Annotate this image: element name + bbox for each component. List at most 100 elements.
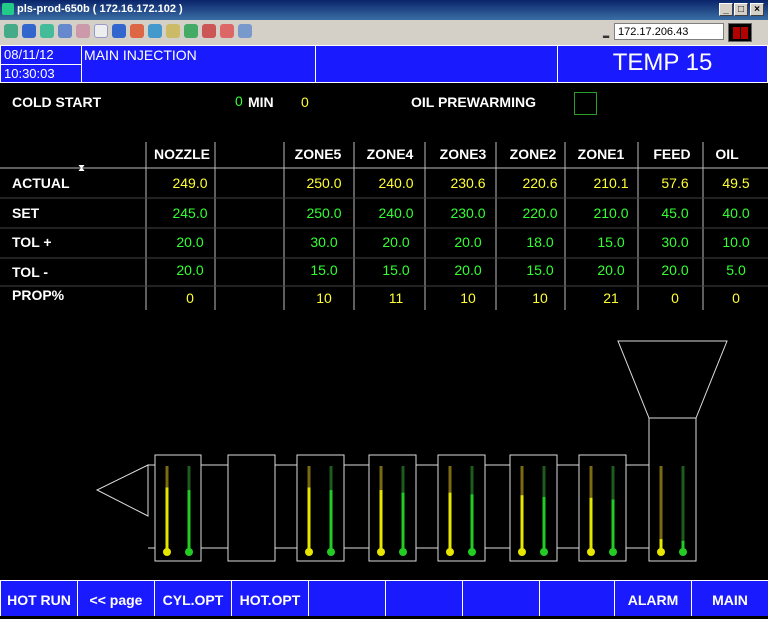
softkey-6[interactable] (385, 580, 462, 616)
table-cell[interactable]: 40.0 (706, 205, 766, 221)
info-icon[interactable] (112, 24, 126, 38)
row-label-tol-minus: TOL - (12, 264, 49, 280)
row-label-tol-plus: TOL + (12, 234, 52, 250)
app-icon (2, 3, 14, 15)
table-cell: 250.0 (306, 175, 342, 191)
table-cell[interactable]: 20.0 (438, 262, 498, 278)
table-cell[interactable]: 20.0 (160, 234, 220, 250)
table-cell[interactable]: 10.0 (706, 234, 766, 250)
thermometer-bulb (305, 548, 313, 556)
window-title: pls-prod-650b ( 172.16.172.102 ) (17, 3, 183, 15)
table-cell[interactable]: 20.0 (160, 262, 220, 278)
thermometer-bulb (679, 548, 687, 556)
header-blank (315, 45, 558, 83)
hot-opt-button[interactable]: HOT.OPT (231, 580, 308, 616)
close-button[interactable]: × (750, 3, 764, 16)
table-cell: 230.6 (450, 175, 486, 191)
row-label-set: SET (12, 205, 40, 221)
thermometer-bulb (518, 548, 526, 556)
col-header-feed: FEED (653, 146, 691, 162)
row-label-actual: ACTUAL (12, 175, 70, 191)
cold-start-minutes[interactable]: 0 (235, 93, 243, 109)
table-cell: 57.6 (661, 175, 689, 191)
settings-icon[interactable] (130, 24, 144, 38)
search-icon[interactable] (166, 24, 180, 38)
table-cell[interactable]: 18.0 (510, 234, 570, 250)
screen-name: MAIN INJECTION (81, 45, 316, 83)
minimize-button[interactable]: _ (719, 3, 733, 16)
col-header-zone1: ZONE1 (577, 146, 625, 162)
col-header-zone5: ZONE5 (294, 146, 342, 162)
table-cell: 210.1 (593, 175, 629, 191)
table-cell[interactable]: 5.0 (706, 262, 766, 278)
toolbar: ▂ 172.17.206.43 (0, 20, 768, 45)
table-cell[interactable]: 20.0 (645, 262, 705, 278)
connection-status-icon (728, 23, 752, 42)
thermometer-bulb (377, 548, 385, 556)
table-cell[interactable]: 15.0 (294, 262, 354, 278)
maximize-button[interactable]: □ (734, 3, 748, 16)
softkey-5[interactable] (308, 580, 385, 616)
table-cell[interactable]: 245.0 (160, 205, 220, 221)
table-cell[interactable]: 20.0 (438, 234, 498, 250)
main-button[interactable]: MAIN (691, 580, 768, 616)
heater-zone (296, 454, 345, 562)
transfer-icon[interactable] (148, 24, 162, 38)
table-cell[interactable]: 30.0 (645, 234, 705, 250)
table-cell: 0 (732, 290, 740, 306)
network-icon[interactable] (4, 24, 18, 38)
prev-page-button[interactable]: << page (77, 580, 154, 616)
spellcheck-icon[interactable] (94, 24, 108, 38)
table-cell: 240.0 (378, 175, 414, 191)
table-cell[interactable]: 230.0 (438, 205, 498, 221)
oil-prewarming-checkbox[interactable] (574, 92, 597, 115)
table-cell[interactable]: 210.0 (581, 205, 641, 221)
thermometer-bulb (468, 548, 476, 556)
disconnect-icon[interactable] (220, 24, 234, 38)
sync-icon[interactable] (184, 24, 198, 38)
table-cell[interactable]: 45.0 (645, 205, 705, 221)
window-icon[interactable] (22, 24, 36, 38)
table-cell[interactable]: 15.0 (510, 262, 570, 278)
table-cell[interactable]: 15.0 (581, 234, 641, 250)
softkey-7[interactable] (462, 580, 539, 616)
globe-icon[interactable] (40, 24, 54, 38)
col-header-zone3: ZONE3 (439, 146, 487, 162)
cold-start-value: 0 (301, 94, 309, 110)
dropdown-arrow-icon[interactable]: ▂ (603, 29, 609, 38)
thermometer-bulb (657, 548, 665, 556)
col-header-oil: OIL (715, 146, 739, 162)
connect-icon[interactable] (202, 24, 216, 38)
oil-prewarming-label: OIL PREWARMING (411, 94, 536, 110)
refresh-icon[interactable] (58, 24, 72, 38)
table-cell[interactable]: 240.0 (366, 205, 426, 221)
ip-address-field[interactable]: 172.17.206.43 (614, 23, 724, 40)
table-cell[interactable]: 20.0 (581, 262, 641, 278)
hot-run-button[interactable]: HOT RUN (0, 580, 77, 616)
table-cell[interactable]: 30.0 (294, 234, 354, 250)
table-cell: 10 (532, 290, 548, 306)
heater-zone (437, 454, 486, 562)
softkey-8[interactable] (539, 580, 614, 616)
thermometer-bulb (327, 548, 335, 556)
table-cell[interactable]: 15.0 (366, 262, 426, 278)
alarm-button[interactable]: ALARM (614, 580, 691, 616)
table-cell[interactable]: 20.0 (366, 234, 426, 250)
help-icon[interactable] (238, 24, 252, 38)
page-title: TEMP 15 (557, 45, 768, 83)
feed-throat (648, 417, 697, 562)
row-label-prop: PROP% (12, 287, 65, 303)
cyl-opt-button[interactable]: CYL.OPT (154, 580, 231, 616)
table-cell[interactable]: 220.0 (510, 205, 570, 221)
tools-icon[interactable] (76, 24, 90, 38)
heater-zone (368, 454, 417, 562)
barrel-diagram (95, 340, 728, 562)
heater-zone (578, 454, 627, 562)
table-cell: 220.6 (522, 175, 558, 191)
window-title-bar[interactable]: pls-prod-650b ( 172.16.172.102 ) _ □ × (0, 0, 768, 20)
table-cell[interactable]: 250.0 (294, 205, 354, 221)
nozzle-tip (95, 464, 149, 517)
heater-zone (227, 454, 276, 562)
thermometer-bulb (540, 548, 548, 556)
table-cell: 10 (316, 290, 332, 306)
